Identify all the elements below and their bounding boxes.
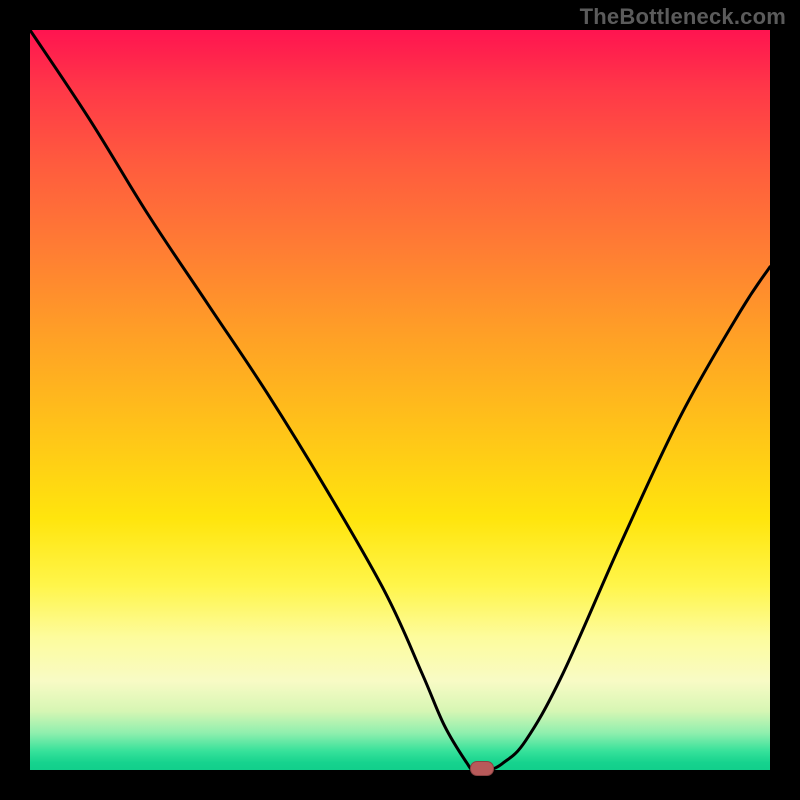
- minimum-marker: [470, 761, 494, 776]
- watermark-text: TheBottleneck.com: [580, 4, 786, 30]
- plot-area: [30, 30, 770, 770]
- curve-svg: [30, 30, 770, 770]
- bottleneck-curve: [30, 30, 770, 770]
- chart-frame: TheBottleneck.com: [0, 0, 800, 800]
